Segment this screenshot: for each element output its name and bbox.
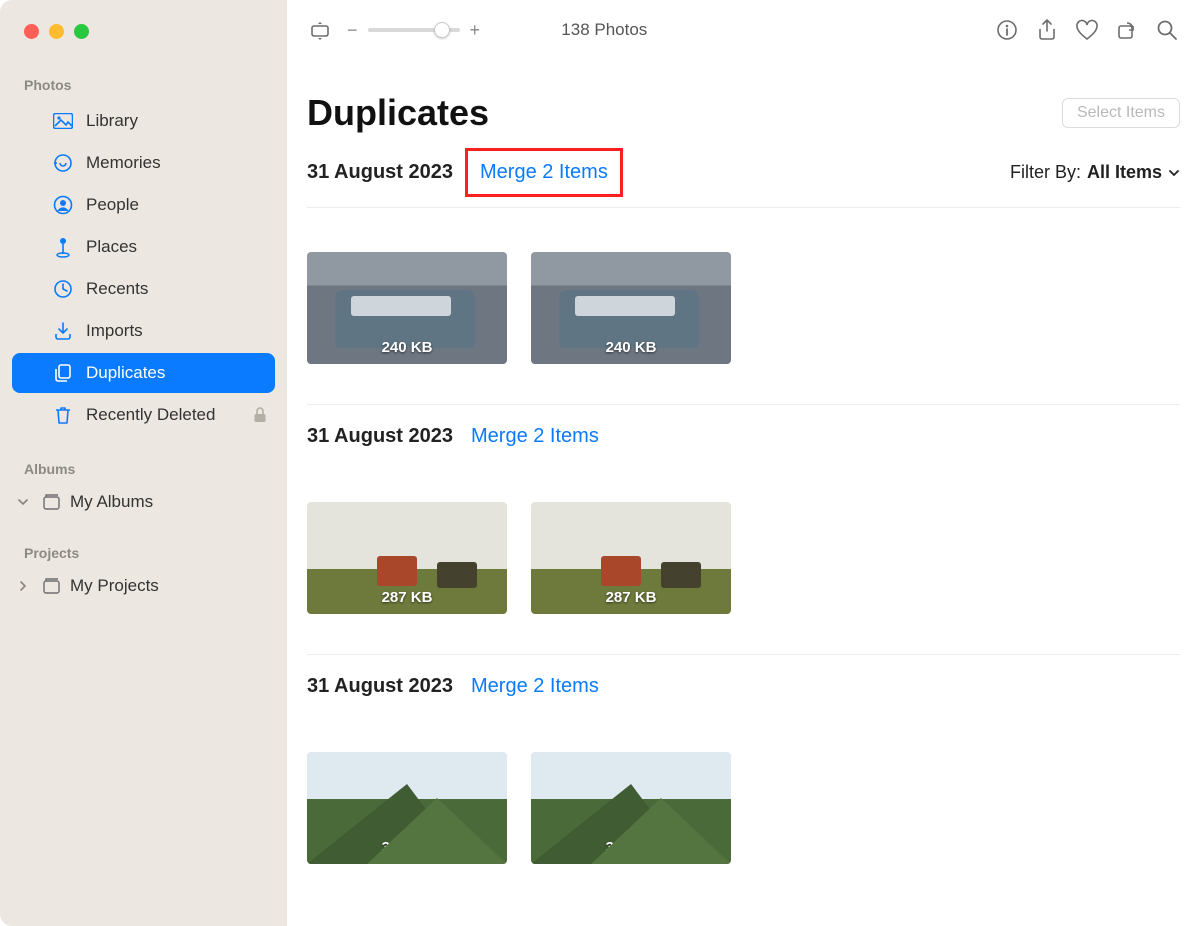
sidebar: Photos Library Memories People Places Re… [0,0,287,926]
sidebar-section-photos: Photos [0,71,287,99]
sidebar-section-projects: Projects [0,539,287,567]
filter-by-dropdown[interactable]: Filter By: All Items [1010,162,1180,183]
photo-size: 301 KB [606,839,657,856]
sidebar-item-label: Library [86,111,138,131]
duplicate-group-thumbs: 287 KB 287 KB [307,458,1180,655]
aspect-toggle-icon[interactable] [307,17,333,43]
photo-thumbnail[interactable]: 287 KB [531,502,731,614]
window-traffic-lights [0,16,287,71]
sidebar-item-recently-deleted[interactable]: Recently Deleted [12,395,275,435]
photo-size: 287 KB [606,589,657,606]
favorite-heart-icon[interactable] [1074,17,1100,43]
fullscreen-window-button[interactable] [74,24,89,39]
places-icon [52,236,74,258]
duplicate-group-thumbs: 301 KB 301 KB [307,708,1180,904]
sidebar-item-label: Duplicates [86,363,165,383]
group-date: 31 August 2023 [307,425,453,448]
sidebar-item-label: Imports [86,321,143,341]
clock-icon [52,279,74,299]
photo-thumbnail[interactable]: 240 KB [531,252,731,364]
trash-icon [52,405,74,425]
filter-by-value: All Items [1087,162,1162,183]
select-items-button[interactable]: Select Items [1062,98,1180,128]
filter-by-label: Filter By: [1010,162,1081,183]
lock-icon [253,407,267,423]
zoom-out-icon[interactable]: − [347,20,358,41]
rotate-icon[interactable] [1114,17,1140,43]
sidebar-item-recents[interactable]: Recents [12,269,275,309]
duplicates-icon [52,363,74,383]
people-icon [52,195,74,215]
merge-items-link[interactable]: Merge 2 Items [471,675,599,698]
sidebar-item-memories[interactable]: Memories [12,143,275,183]
zoom-in-icon[interactable]: + [470,20,481,41]
chevron-down-icon [1168,167,1180,179]
photo-size: 301 KB [382,839,433,856]
group-date: 31 August 2023 [307,675,453,698]
sidebar-item-label: Recents [86,279,148,299]
photo-library-icon [52,113,74,129]
main-area: − + 138 Photos Duplicates Select Items [287,0,1200,926]
merge-items-link[interactable]: Merge 2 Items [471,425,599,448]
photo-thumbnail[interactable]: 287 KB [307,502,507,614]
album-stack-icon [40,493,62,511]
thumbnail-zoom-slider[interactable]: − + [347,20,480,41]
photo-size: 240 KB [606,339,657,356]
photo-thumbnail[interactable]: 240 KB [307,252,507,364]
sidebar-item-label: Memories [86,153,161,173]
content-scroll[interactable]: Duplicates Select Items 31 August 2023 M… [287,60,1200,926]
photo-size: 287 KB [382,589,433,606]
memories-icon [52,153,74,173]
sidebar-item-imports[interactable]: Imports [12,311,275,351]
duplicate-group-header: 31 August 2023 Merge 2 Items Filter By: … [307,138,1180,208]
photo-thumbnail[interactable]: 301 KB [531,752,731,864]
close-window-button[interactable] [24,24,39,39]
merge-items-link[interactable]: Merge 2 Items [465,148,623,197]
sidebar-item-label: Recently Deleted [86,405,215,425]
photo-size: 240 KB [382,339,433,356]
zoom-track[interactable] [368,28,460,32]
sidebar-tree-my-albums[interactable]: My Albums [0,483,287,521]
info-icon[interactable] [994,17,1020,43]
sidebar-item-places[interactable]: Places [12,227,275,267]
sidebar-item-label: People [86,195,139,215]
share-icon[interactable] [1034,17,1060,43]
duplicate-group-header: 31 August 2023 Merge 2 Items [307,415,1180,458]
sidebar-item-people[interactable]: People [12,185,275,225]
sidebar-tree-label: My Albums [70,492,153,512]
duplicate-group-thumbs: 240 KB 240 KB [307,208,1180,405]
sidebar-tree-my-projects[interactable]: My Projects [0,567,287,605]
page-title: Duplicates [307,92,489,134]
zoom-thumb[interactable] [434,22,450,38]
import-icon [52,321,74,341]
toolbar: − + 138 Photos [287,0,1200,60]
sidebar-tree-label: My Projects [70,576,159,596]
toolbar-title: 138 Photos [561,20,647,40]
duplicate-group-header: 31 August 2023 Merge 2 Items [307,665,1180,708]
photo-thumbnail[interactable]: 301 KB [307,752,507,864]
chevron-down-icon [18,497,32,507]
chevron-right-icon [18,581,32,591]
minimize-window-button[interactable] [49,24,64,39]
search-icon[interactable] [1154,17,1180,43]
sidebar-item-duplicates[interactable]: Duplicates [12,353,275,393]
sidebar-item-label: Places [86,237,137,257]
group-date: 31 August 2023 [307,161,453,184]
sidebar-section-albums: Albums [0,455,287,483]
sidebar-item-library[interactable]: Library [12,101,275,141]
album-stack-icon [40,577,62,595]
